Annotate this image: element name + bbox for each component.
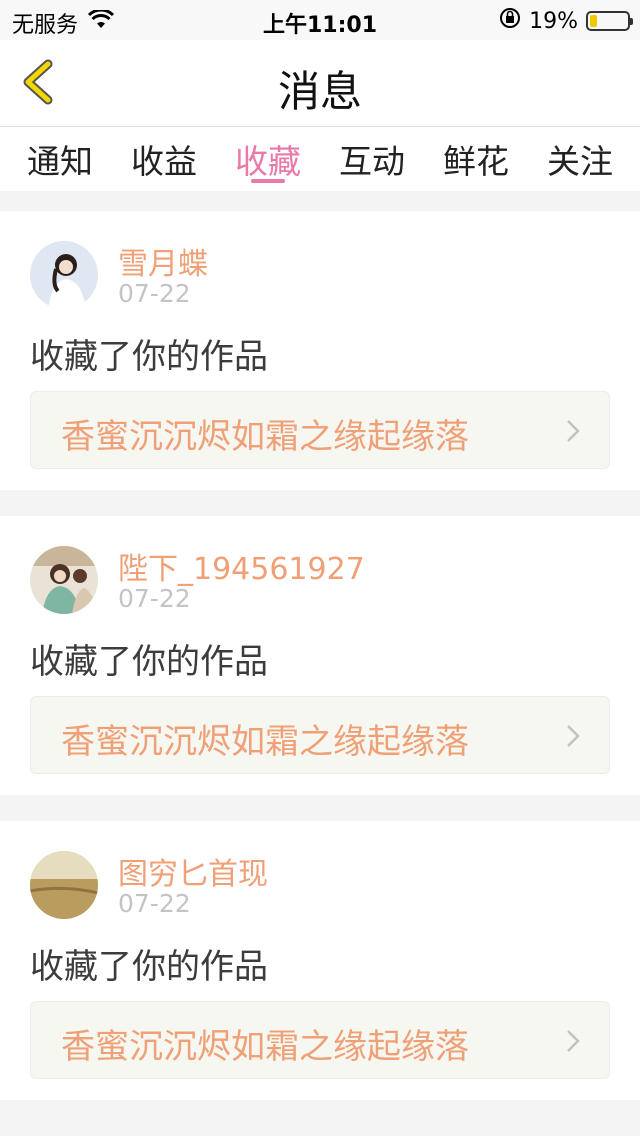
date: 07-22: [118, 889, 191, 918]
work-link[interactable]: 香蜜沉沉烬如霜之缘起缘落: [30, 696, 610, 774]
tab-bar: 通知 收益 收藏 互动 鲜花 关注: [0, 127, 640, 191]
chevron-right-icon: [567, 1030, 580, 1052]
tab-label: 收益: [131, 142, 197, 181]
username[interactable]: 陛下_194561927: [118, 544, 365, 588]
battery-level: [590, 15, 597, 27]
page-title: 消息: [277, 67, 362, 116]
message-list: 雪月蝶 07-22 收藏了你的作品 香蜜沉沉烬如霜之缘起缘落 陛下_194561…: [0, 191, 640, 1100]
username[interactable]: 雪月蝶: [118, 239, 208, 283]
message-card: 雪月蝶 07-22 收藏了你的作品 香蜜沉沉烬如霜之缘起缘落: [0, 211, 640, 490]
tab-label: 收藏: [235, 142, 301, 181]
tab-label: 关注: [547, 142, 613, 181]
tab-label: 互动: [339, 142, 405, 181]
tab-earnings[interactable]: 收益: [130, 127, 198, 191]
chevron-right-icon: [567, 725, 580, 747]
status-right: 19%: [499, 7, 633, 35]
action-text: 收藏了你的作品: [30, 337, 268, 377]
tab-label: 通知: [27, 142, 93, 181]
battery-icon: [586, 11, 633, 31]
date: 07-22: [118, 279, 191, 308]
date: 07-22: [118, 584, 191, 613]
tab-favorites[interactable]: 收藏: [234, 127, 302, 191]
battery-percent: 19%: [529, 8, 578, 34]
tab-flowers[interactable]: 鲜花: [442, 127, 510, 191]
work-title: 香蜜沉沉烬如霜之缘起缘落: [61, 1027, 469, 1067]
work-link[interactable]: 香蜜沉沉烬如霜之缘起缘落: [30, 1001, 610, 1079]
message-card: 图穷匕首现 07-22 收藏了你的作品 香蜜沉沉烬如霜之缘起缘落: [0, 821, 640, 1100]
chevron-right-icon: [567, 420, 580, 442]
orientation-lock-icon: [499, 7, 521, 35]
status-bar: 无服务 上午11:01 19%: [0, 0, 640, 40]
action-text: 收藏了你的作品: [30, 947, 268, 987]
action-text: 收藏了你的作品: [30, 642, 268, 682]
avatar[interactable]: [30, 546, 98, 614]
work-title: 香蜜沉沉烬如霜之缘起缘落: [61, 417, 469, 457]
avatar[interactable]: [30, 241, 98, 309]
avatar[interactable]: [30, 851, 98, 919]
message-card: 陛下_194561927 07-22 收藏了你的作品 香蜜沉沉烬如霜之缘起缘落: [0, 516, 640, 795]
nav-bar: 消息: [0, 40, 640, 127]
work-title: 香蜜沉沉烬如霜之缘起缘落: [61, 722, 469, 762]
tab-label: 鲜花: [443, 142, 509, 181]
tab-follows[interactable]: 关注: [546, 127, 614, 191]
tab-interactions[interactable]: 互动: [338, 127, 406, 191]
tab-notifications[interactable]: 通知: [26, 127, 94, 191]
work-link[interactable]: 香蜜沉沉烬如霜之缘起缘落: [30, 391, 610, 469]
active-tab-indicator: [251, 179, 285, 183]
username[interactable]: 图穷匕首现: [118, 849, 268, 893]
